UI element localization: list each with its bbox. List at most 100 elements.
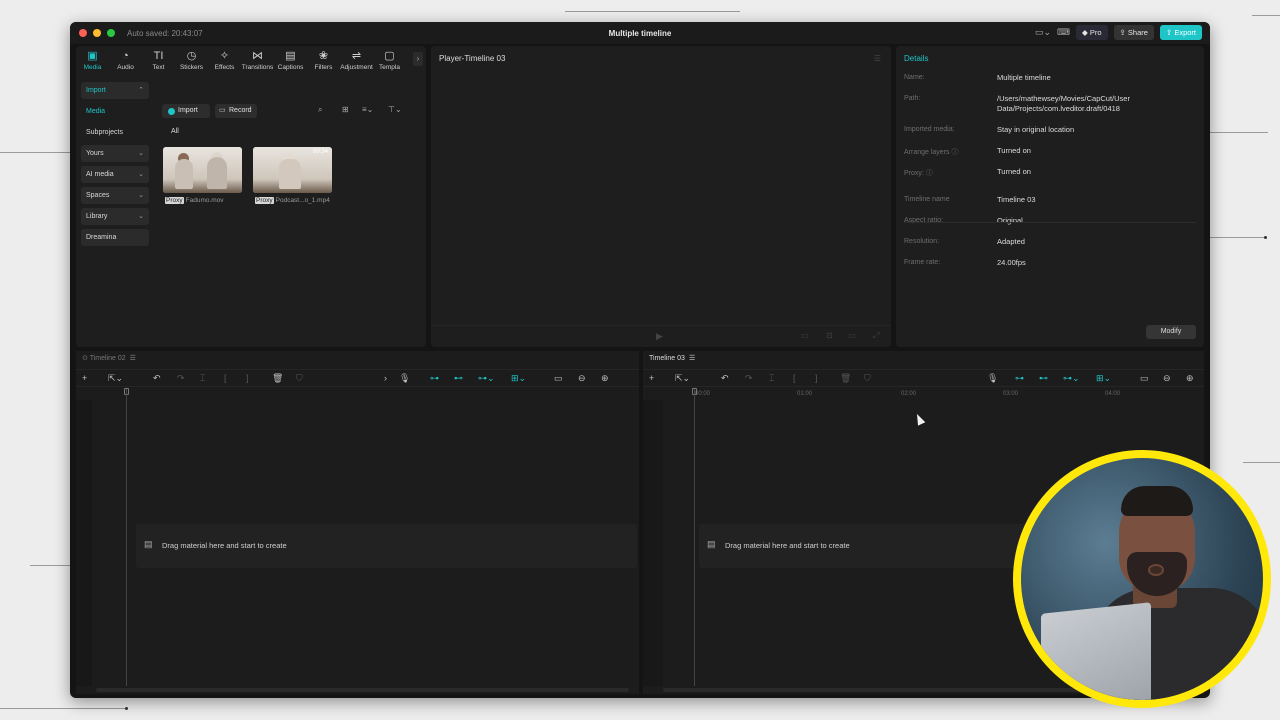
sidebar-item-media[interactable]: Media bbox=[81, 103, 149, 120]
undo-icon[interactable]: ↶ bbox=[721, 373, 729, 384]
sidebar-item-dreamina[interactable]: Dreamina bbox=[81, 229, 149, 246]
zoom-out-icon[interactable]: ⊖ bbox=[1163, 373, 1171, 384]
tool-text[interactable]: TI Text bbox=[142, 46, 175, 74]
add-track-icon[interactable]: + bbox=[649, 373, 654, 383]
tool-templa[interactable]: ▢ Templa bbox=[373, 46, 406, 74]
collapse-icon[interactable]: › bbox=[384, 373, 387, 383]
trim-left-icon[interactable]: [ bbox=[793, 373, 796, 383]
crop-icon[interactable]: ⊡ bbox=[826, 331, 833, 340]
tool-transitions[interactable]: ⋈ Transitions bbox=[241, 46, 274, 74]
tool-label: Text bbox=[152, 64, 165, 71]
caption-icon[interactable]: ▭ bbox=[1140, 373, 1149, 384]
microphone-icon[interactable]: 🎙 bbox=[399, 373, 410, 384]
grid-view-icon[interactable]: ⊞ bbox=[342, 105, 349, 114]
zoom-window-button[interactable] bbox=[107, 29, 115, 37]
zoom-out-icon[interactable]: ⊖ bbox=[578, 373, 586, 384]
timeline-panel-left: ⊙ Timeline 02 ☰ + ⇱⌄ ↶ ↷ ⌶ [ ] 🗑 ⛉ › 🎙 ⊶ … bbox=[76, 351, 639, 694]
delete-icon[interactable]: 🗑 bbox=[840, 373, 851, 384]
record-button[interactable]: ▭ Record bbox=[215, 104, 257, 118]
filter-all-tab[interactable]: All bbox=[171, 128, 179, 135]
playhead[interactable] bbox=[126, 389, 127, 686]
tab-timeline-03[interactable]: Timeline 03 ☰ bbox=[649, 354, 695, 362]
horizontal-scrollbar[interactable] bbox=[96, 688, 629, 692]
close-window-button[interactable] bbox=[79, 29, 87, 37]
link-icon[interactable]: ⊶ bbox=[1015, 373, 1024, 384]
details-row: Path: /Users/mathewsey/Movies/CapCut/User… bbox=[904, 94, 1196, 115]
zoom-in-icon[interactable]: ⊕ bbox=[601, 373, 609, 384]
select-tool-icon[interactable]: ⇱⌄ bbox=[675, 373, 690, 384]
snap-icon[interactable]: ⊷ bbox=[1039, 373, 1048, 384]
tool-media[interactable]: ▣ Media bbox=[76, 46, 109, 74]
search-icon[interactable]: ⌕ bbox=[318, 105, 322, 115]
chevron-icon: ⌄ bbox=[138, 192, 144, 199]
menu-icon[interactable]: ☰ bbox=[874, 54, 881, 63]
tool-label: Captions bbox=[277, 64, 304, 71]
details-row: Proxy: ⓘ Turned on bbox=[904, 167, 1196, 188]
auto-snap-icon[interactable]: ⊞⌄ bbox=[511, 373, 526, 384]
layout-icon[interactable]: ▭⌄ bbox=[1035, 27, 1051, 38]
media-filename: Fadumo.mov bbox=[185, 197, 224, 204]
decor-dot bbox=[1264, 236, 1267, 239]
shield-icon[interactable]: ⛉ bbox=[296, 373, 303, 384]
minimize-window-button[interactable] bbox=[93, 29, 101, 37]
import-label: Import bbox=[178, 107, 198, 114]
preview-axis-icon[interactable]: ⊶⌄ bbox=[1063, 373, 1080, 384]
tab-timeline-02[interactable]: ⊙ Timeline 02 ☰ bbox=[82, 354, 136, 362]
undo-icon[interactable]: ↶ bbox=[153, 373, 161, 384]
sidebar-item-library[interactable]: Library ⌄ bbox=[81, 208, 149, 225]
delete-icon[interactable]: 🗑 bbox=[272, 373, 283, 384]
trim-left-icon[interactable]: [ bbox=[224, 373, 227, 383]
sidebar-item-import[interactable]: Import ⌃ bbox=[81, 82, 149, 99]
drop-zone[interactable]: ▤ Drag material here and start to create bbox=[136, 524, 637, 568]
menu-icon[interactable]: ☰ bbox=[130, 355, 136, 362]
add-track-icon[interactable]: + bbox=[82, 373, 87, 383]
media-thumbnail[interactable] bbox=[163, 147, 242, 193]
select-tool-icon[interactable]: ⇱⌄ bbox=[108, 373, 123, 384]
sidebar-item-subprojects[interactable]: Subprojects bbox=[81, 124, 149, 141]
trim-right-icon[interactable]: ] bbox=[815, 373, 818, 383]
redo-icon[interactable]: ↷ bbox=[177, 373, 185, 384]
link-icon[interactable]: ⊶ bbox=[430, 373, 439, 384]
redo-icon[interactable]: ↷ bbox=[745, 373, 753, 384]
ratio-icon[interactable]: ▭ bbox=[801, 331, 809, 340]
tool-audio[interactable]: ◔ Audio bbox=[109, 46, 142, 74]
fullscreen-icon[interactable]: ⤢ bbox=[873, 331, 879, 341]
import-button[interactable]: Import bbox=[162, 104, 210, 118]
toolbar-scroll-right-button[interactable]: › bbox=[413, 52, 423, 66]
shield-icon[interactable]: ⛉ bbox=[864, 373, 871, 384]
tool-adjustment[interactable]: ⇌ Adjustment bbox=[340, 46, 373, 74]
time-ruler[interactable]: 00:00 01:00 02:00 03:00 04:00 bbox=[643, 388, 1204, 400]
tool-filters[interactable]: ❀ Filters bbox=[307, 46, 340, 74]
sidebar-item-yours[interactable]: Yours ⌄ bbox=[81, 145, 149, 162]
ruler-tick: 02:00 bbox=[901, 391, 917, 397]
auto-snap-icon[interactable]: ⊞⌄ bbox=[1096, 373, 1111, 384]
play-icon[interactable]: ▶ bbox=[656, 331, 663, 342]
playhead[interactable] bbox=[694, 389, 695, 686]
filters-icon: ❀ bbox=[318, 50, 329, 62]
sidebar-item-ai-media[interactable]: AI media ⌄ bbox=[81, 166, 149, 183]
decor-line bbox=[1210, 132, 1268, 133]
preview-axis-icon[interactable]: ⊶⌄ bbox=[478, 373, 495, 384]
filter-icon[interactable]: ⊤⌄ bbox=[388, 105, 402, 114]
menu-icon[interactable]: ☰ bbox=[689, 355, 695, 362]
media-thumbnail[interactable]: 00:34 bbox=[253, 147, 332, 193]
split-icon[interactable]: ⌶ bbox=[200, 373, 205, 384]
caption-icon[interactable]: ▭ bbox=[554, 373, 563, 384]
laptop bbox=[1041, 602, 1151, 700]
tool-captions[interactable]: ▤ Captions bbox=[274, 46, 307, 74]
snap-icon[interactable]: ⊷ bbox=[454, 373, 463, 384]
sidebar-item-spaces[interactable]: Spaces ⌄ bbox=[81, 187, 149, 204]
sort-icon[interactable]: ≡⌄ bbox=[362, 105, 373, 114]
split-icon[interactable]: ⌶ bbox=[769, 373, 774, 384]
ratio-select-icon[interactable]: ▭ bbox=[848, 331, 856, 340]
trim-right-icon[interactable]: ] bbox=[246, 373, 249, 383]
export-button[interactable]: ⇧ Export bbox=[1159, 25, 1202, 40]
microphone-icon[interactable]: 🎙 bbox=[987, 373, 998, 384]
keyboard-icon[interactable]: ⌨ bbox=[1057, 27, 1070, 38]
tool-stickers[interactable]: ◷ Stickers bbox=[175, 46, 208, 74]
pro-button[interactable]: ◆ Pro bbox=[1076, 25, 1108, 40]
zoom-in-icon[interactable]: ⊕ bbox=[1186, 373, 1194, 384]
share-button[interactable]: ⇪ Share bbox=[1113, 25, 1154, 40]
modify-button[interactable]: Modify bbox=[1146, 325, 1196, 339]
tool-effects[interactable]: ✧ Effects bbox=[208, 46, 241, 74]
